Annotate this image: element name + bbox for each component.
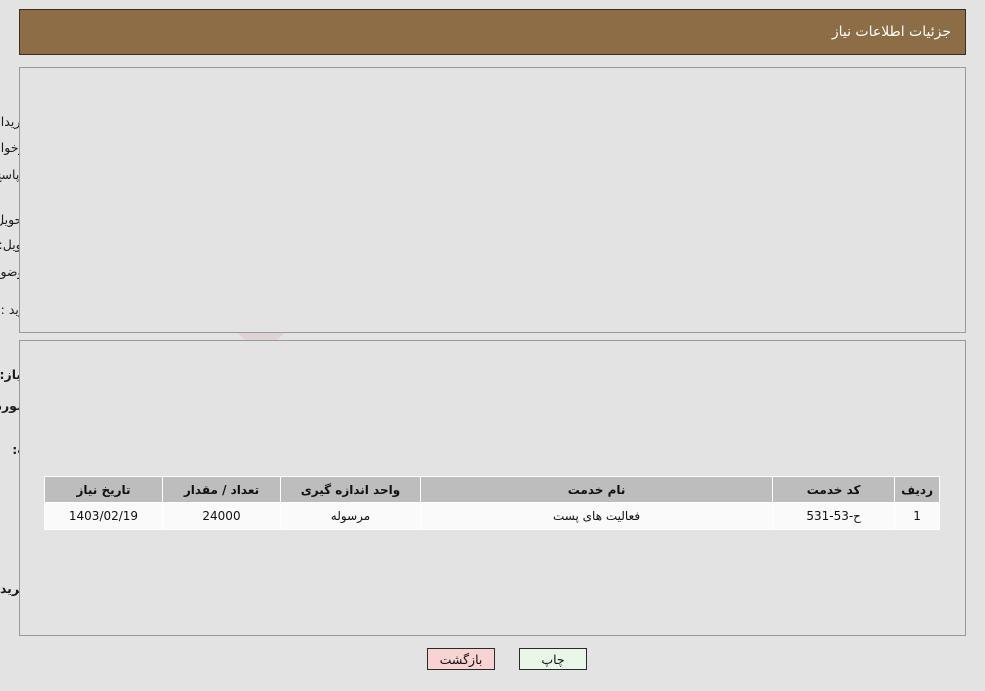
page-header-band: جزئیات اطلاعات نیاز <box>20 9 967 55</box>
th-service-code: کد خدمت <box>773 476 897 503</box>
need-summary-panel <box>20 67 967 333</box>
page-title: جزئیات اطلاعات نیاز <box>832 24 952 40</box>
table-header-row: ردیف کد خدمت نام خدمت واحد اندازه گیری ت… <box>45 476 941 503</box>
td-unit: مرسوله <box>281 502 422 530</box>
print-button[interactable]: چاپ <box>520 648 588 670</box>
th-radif: ردیف <box>895 476 941 503</box>
td-need-date: 1403/02/19 <box>45 502 164 530</box>
td-quantity: 24000 <box>163 502 282 530</box>
table-row: 1 ح-53-531 فعالیت های پست مرسوله 24000 1… <box>45 502 941 530</box>
th-quantity: تعداد / مقدار <box>163 476 282 503</box>
services-table: ردیف کد خدمت نام خدمت واحد اندازه گیری ت… <box>45 476 941 530</box>
th-service-name: نام خدمت <box>420 476 775 503</box>
th-need-date: تاریخ نیاز <box>45 476 164 503</box>
td-service-code: ح-53-531 <box>773 502 897 530</box>
page-root: AnaTender.net جزئیات اطلاعات نیاز شماره … <box>0 0 985 691</box>
td-radif: 1 <box>895 502 941 530</box>
th-unit: واحد اندازه گیری <box>281 476 422 503</box>
td-service-name: فعالیت های پست <box>420 502 775 530</box>
back-button[interactable]: بازگشت <box>428 648 496 670</box>
